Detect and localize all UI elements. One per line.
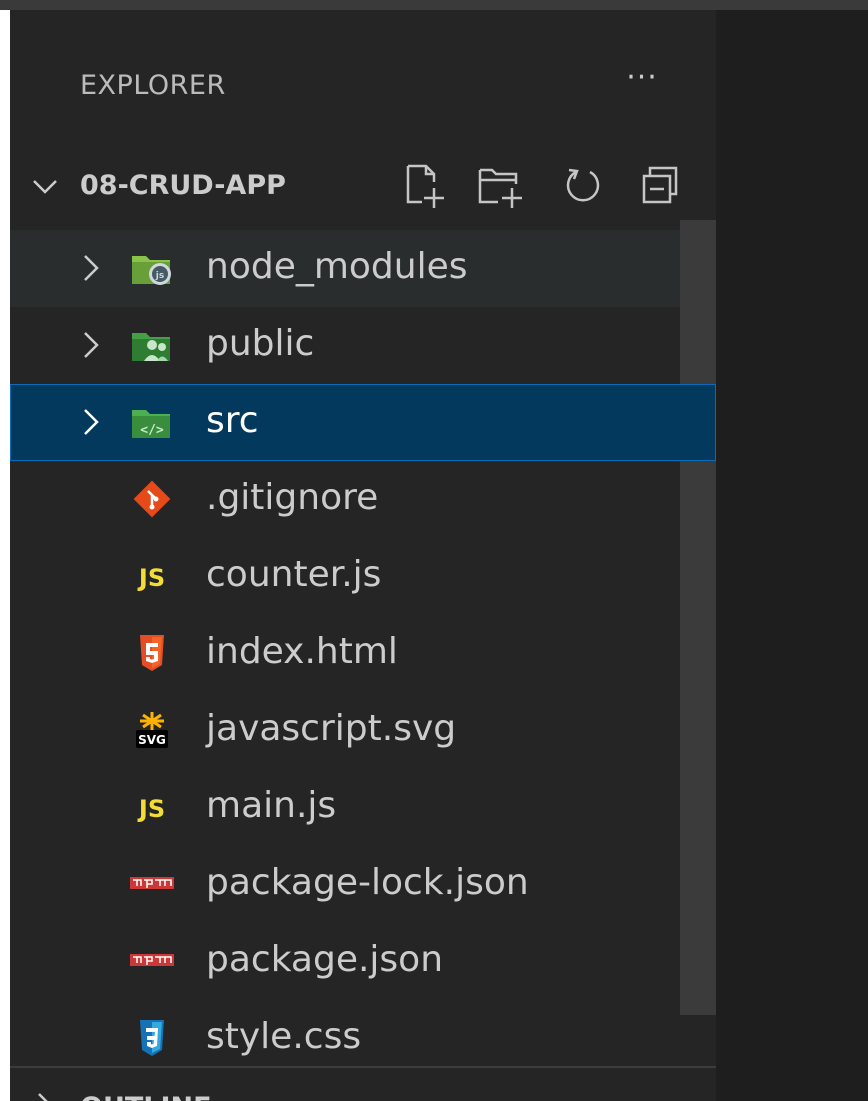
more-actions-button[interactable]: ··· (614, 58, 670, 108)
tree-item-label: src (206, 400, 259, 441)
refresh-icon (566, 168, 600, 202)
project-name: 08-CRUD-APP (80, 170, 286, 201)
npm-icon (130, 954, 174, 966)
window-left-edge (0, 10, 10, 1101)
project-folder-header[interactable]: 08-CRUD-APP (10, 156, 716, 216)
javascript-icon: JS (137, 795, 165, 823)
svg-icon: SVG (136, 712, 168, 748)
outline-section-header[interactable]: OUTLINE (10, 1070, 716, 1101)
window-top-bar (0, 0, 868, 10)
chevron-right-icon (84, 332, 99, 358)
chevron-right-icon (38, 1093, 48, 1101)
explorer-sidebar: EXPLORER ··· 08-CRUD-APP js node_modules… (10, 10, 716, 1101)
tree-item-javascript-svg[interactable]: SVG javascript.svg (10, 692, 680, 769)
new-file-button[interactable] (400, 158, 450, 214)
nodejs-folder-icon: js (132, 256, 171, 285)
tree-item-label: node_modules (206, 246, 468, 287)
git-icon (133, 480, 171, 518)
tree-item-label: index.html (206, 631, 398, 672)
editor-area (716, 10, 868, 1101)
new-folder-icon (478, 168, 522, 208)
tree-item-label: main.js (206, 785, 337, 826)
tree-item-main-js[interactable]: JS main.js (10, 769, 680, 846)
new-folder-button[interactable] (474, 158, 524, 214)
tree-item-src[interactable]: </> src (10, 384, 716, 461)
refresh-button[interactable] (558, 158, 608, 214)
explorer-title: EXPLORER (80, 70, 226, 101)
tree-item-label: javascript.svg (206, 708, 457, 749)
javascript-icon: JS (137, 564, 165, 592)
new-file-icon (406, 164, 444, 208)
svg-text:SVG: SVG (138, 733, 166, 747)
tree-item-label: .gitignore (206, 477, 379, 518)
public-folder-icon (132, 333, 170, 361)
collapse-all-icon (642, 166, 678, 204)
tree-item-counter-js[interactable]: JS counter.js (10, 538, 680, 615)
svg-text:</>: </> (140, 423, 164, 438)
tree-item-label: package-lock.json (206, 862, 529, 903)
svg-text:js: js (155, 271, 164, 281)
collapse-all-button[interactable] (636, 158, 686, 214)
tree-item-index-html[interactable]: index.html (10, 615, 680, 692)
tree-item-gitignore[interactable]: .gitignore (10, 461, 680, 538)
tree-item-label: counter.js (206, 554, 382, 595)
npm-icon (130, 877, 174, 889)
chevron-right-icon (84, 255, 99, 281)
svg-text:JS: JS (137, 564, 165, 592)
section-divider (10, 1066, 716, 1068)
tree-item-label: style.css (206, 1016, 362, 1057)
tree-item-node-modules[interactable]: js node_modules (10, 230, 680, 307)
chevron-down-icon (33, 180, 57, 194)
explorer-header: EXPLORER ··· (10, 58, 716, 118)
src-folder-icon: </> (132, 410, 170, 438)
tree-item-label: package.json (206, 939, 444, 980)
outline-title: OUTLINE (80, 1092, 212, 1101)
html5-icon (140, 635, 164, 671)
css3-icon (140, 1020, 164, 1056)
chevron-right-icon (84, 409, 99, 435)
file-tree: js node_modules public </> src .gitignor… (10, 230, 716, 1077)
tree-item-public[interactable]: public (10, 307, 680, 384)
tree-item-package-json[interactable]: package.json (10, 923, 680, 1000)
svg-text:JS: JS (137, 795, 165, 823)
tree-item-package-lock-json[interactable]: package-lock.json (10, 846, 680, 923)
tree-item-label: public (206, 323, 315, 364)
